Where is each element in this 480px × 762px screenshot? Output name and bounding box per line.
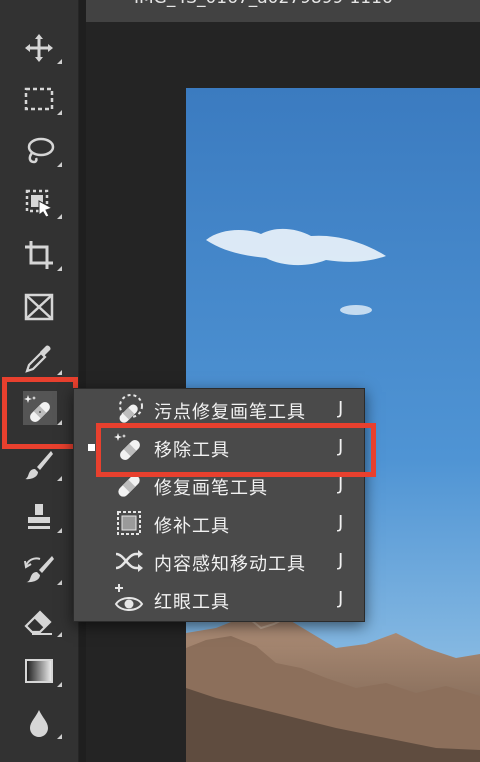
tool-group-indicator [57,528,62,533]
move-tool[interactable] [14,26,64,70]
tool-group-indicator [57,734,62,739]
gradient-tool[interactable] [14,649,64,693]
tool-group-indicator [57,682,62,687]
frame-icon [24,293,54,321]
tool-group-indicator [57,632,62,637]
crop-tool[interactable] [14,233,64,277]
eyedropper-icon [25,345,51,373]
eraser-icon [24,610,52,635]
menu-item-label: 红眼工具 [154,592,230,613]
tool-group-indicator [57,476,62,481]
menu-item-red-eye[interactable]: 红眼工具 J [74,580,364,618]
stamp-tool[interactable] [14,495,64,539]
tool-group-indicator [57,580,62,585]
menu-item-label: 内容感知移动工具 [154,554,306,575]
tool-group-indicator [57,59,62,64]
eraser-tool[interactable] [14,599,64,643]
menu-item-patch-tool[interactable]: 修补工具 J [74,504,364,542]
menu-item-shortcut: J [338,474,344,495]
tool-group-indicator [57,110,62,115]
spot-healing-brush-icon [119,394,143,423]
menu-item-label: 修补工具 [154,516,230,537]
tool-group-indicator [57,266,62,271]
tool-group-indicator [57,370,62,375]
menu-item-label: 污点修复画笔工具 [154,402,306,423]
tool-group-indicator [57,162,62,167]
lasso-tool[interactable] [14,129,64,173]
document-tab-title: IMG_4S_0167_a0279899-1116 [134,0,393,8]
clone-stamp-icon [28,504,50,529]
patch-tool-icon [117,511,141,535]
frame-tool[interactable] [14,285,64,329]
menu-item-content-aware-move[interactable]: 内容感知移动工具 J [74,542,364,580]
blur-tool[interactable] [14,701,64,745]
rectangle-marquee-icon [24,87,54,111]
object-selection-tool[interactable] [14,181,64,225]
eyedropper-tool[interactable] [14,337,64,381]
brush-icon [25,451,53,480]
history-brush-tool[interactable] [14,547,64,591]
history-brush-icon [24,556,54,583]
crop-icon [25,241,53,269]
move-icon [25,34,53,62]
document-tab[interactable]: IMG_4S_0167_a0279899-1116 [86,0,480,22]
menu-item-shortcut: J [338,398,344,419]
menu-item-shortcut: J [338,512,344,533]
content-aware-move-icon [115,550,143,572]
blur-drop-icon [30,710,48,737]
menu-item-shortcut: J [338,550,344,571]
menu-item-label: 修复画笔工具 [154,478,268,499]
menu-item-shortcut: J [338,588,344,609]
gradient-icon [25,659,53,683]
object-selection-icon [25,189,54,218]
highlight-box-remove-tool [96,423,376,477]
tool-group-indicator [57,214,62,219]
lasso-icon [27,137,55,164]
brush-tool[interactable] [14,443,64,487]
selected-indicator [88,444,95,451]
highlight-box-active-tool [2,377,78,449]
red-eye-icon [114,584,144,611]
marquee-tool[interactable] [14,77,64,121]
